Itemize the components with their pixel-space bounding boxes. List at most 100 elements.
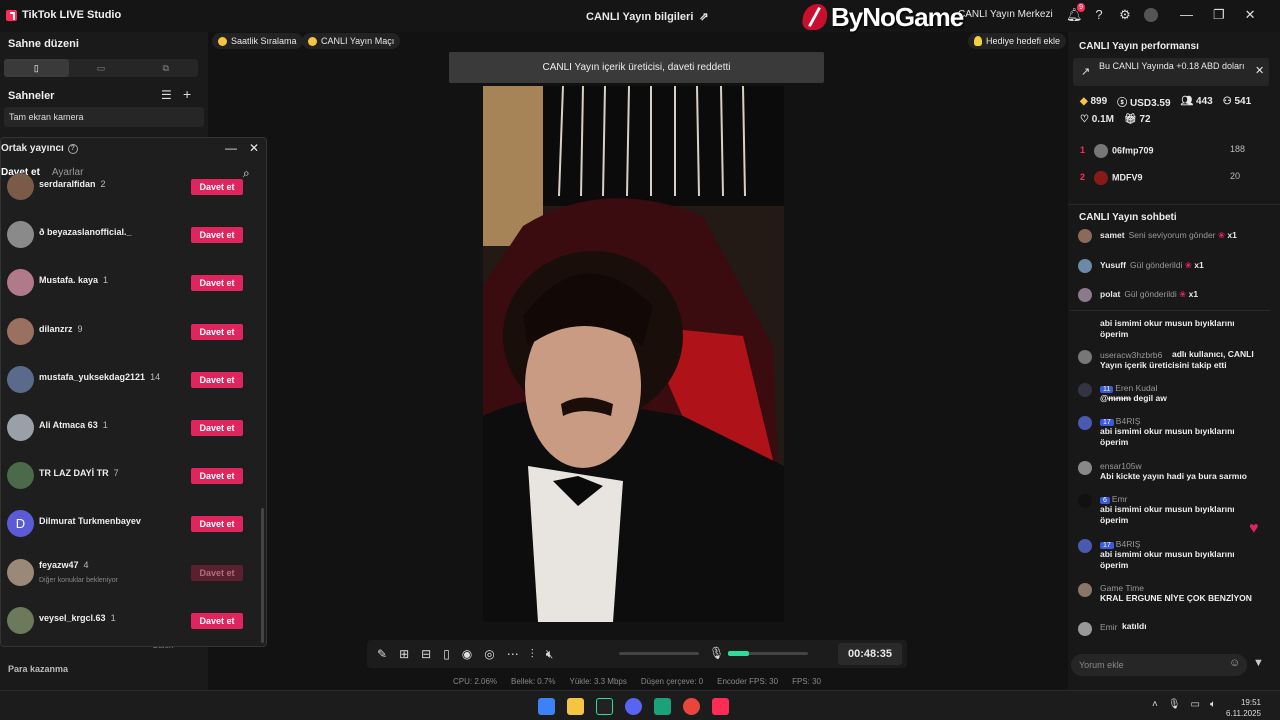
rank-score: 188 bbox=[1230, 144, 1246, 154]
avatar bbox=[1078, 494, 1092, 508]
invite-button[interactable]: Davet et bbox=[191, 516, 243, 533]
live-info-button[interactable]: CANLI Yayın bilgileri ⇗ bbox=[586, 10, 709, 24]
layout-selector: ▯ ▭ ⧉ bbox=[4, 59, 198, 77]
level-badge: 11 bbox=[1100, 386, 1114, 393]
scene-item[interactable]: Tam ekran kamera bbox=[4, 107, 204, 127]
rank-number: 2 bbox=[1080, 172, 1086, 183]
follower-count: 7 bbox=[113, 468, 119, 479]
magic-wand-icon[interactable]: ✎ bbox=[377, 647, 387, 662]
chat-body: 17 B4RIŞ abi ismimi okur musun bıyıklarını… bbox=[1100, 539, 1265, 571]
notification-bell-icon[interactable]: 🔔︎ 9 bbox=[1066, 3, 1085, 22]
user-name-text: veysel_krgcl.63 bbox=[39, 612, 106, 623]
chevron-up-icon[interactable]: ˄ bbox=[1152, 699, 1158, 710]
invite-button[interactable]: Davet et bbox=[191, 612, 243, 629]
invite-button[interactable]: Davet et bbox=[191, 420, 243, 436]
chrome-icon[interactable] bbox=[683, 698, 700, 715]
display-icon[interactable]: ▭ bbox=[1191, 699, 1200, 710]
camera-switch-icon[interactable]: ◎ bbox=[484, 647, 494, 662]
invite-button[interactable]: Davet et bbox=[191, 323, 243, 340]
emoji-icon[interactable]: ☺ bbox=[1229, 657, 1240, 669]
terminal-icon[interactable] bbox=[596, 698, 613, 715]
ranking-row[interactable]: 2 MDFV9 20 bbox=[1080, 171, 1265, 185]
upload-stat: Yükle: 3.3 Mbps bbox=[569, 677, 627, 686]
follower-count: 1 bbox=[102, 420, 108, 430]
mic-tray-icon[interactable]: 🎙︎ bbox=[1168, 699, 1181, 710]
chat-username: B4RIŞ bbox=[1115, 539, 1141, 549]
dual-layout-button[interactable]: ⧉ bbox=[133, 59, 198, 77]
minimize-icon[interactable]: — bbox=[1180, 7, 1193, 23]
dropped-frames-stat: Düşen çerçeve: 0 bbox=[640, 677, 704, 686]
chat-username: ensar105w bbox=[1100, 461, 1142, 471]
invite-button[interactable]: Davet et bbox=[191, 371, 243, 388]
portrait-layout-button[interactable]: ▯ bbox=[4, 59, 69, 77]
scrollbar[interactable] bbox=[261, 508, 264, 643]
discord-icon[interactable] bbox=[625, 698, 642, 715]
gift-text: Seni seviyorum gönder bbox=[1128, 230, 1216, 240]
live-center-button[interactable]: CANLI Yayın Merkezi bbox=[958, 9, 1053, 20]
avatar bbox=[1094, 144, 1108, 158]
live-match-chip[interactable]: CANLI Yayın Maçı bbox=[302, 33, 401, 49]
monetization-link[interactable]: Para kazanma bbox=[8, 664, 68, 674]
close-icon[interactable]: ✕ bbox=[1245, 7, 1256, 23]
speaker-icon[interactable]: 🔈︎ bbox=[1210, 699, 1216, 710]
avatar[interactable] bbox=[1144, 8, 1158, 22]
windows-start-icon[interactable] bbox=[538, 698, 555, 715]
user-name: serdaralfidan 2 bbox=[39, 179, 106, 189]
chat-text: Abi kickte yayın hadi ya bura sarmıo bbox=[1100, 471, 1247, 481]
filter-icon[interactable]: ▼ bbox=[1253, 657, 1264, 669]
invite-button[interactable]: Davet et bbox=[191, 227, 243, 244]
user-name-text: Mustafa. kaya bbox=[39, 275, 99, 286]
performance-title: CANLI Yayın performansı bbox=[1079, 41, 1199, 52]
more-icon[interactable]: ⋯ bbox=[507, 647, 519, 662]
minimize-icon[interactable]: — bbox=[225, 141, 237, 155]
phone-icon[interactable]: ▯ bbox=[443, 647, 450, 662]
list-item: feyazw47 4 Diğer konuklar bekleniyor Davet … bbox=[1, 557, 251, 589]
help-icon[interactable]: ? bbox=[67, 143, 78, 154]
captions-icon[interactable]: ⊟ bbox=[421, 647, 431, 662]
volume-slider[interactable] bbox=[619, 652, 699, 655]
list-item: D Dilmurat Turkmenbayev Davet et bbox=[1, 508, 251, 540]
record-icon[interactable]: ◉ bbox=[462, 647, 472, 662]
sliders-icon[interactable]: ⫶ bbox=[531, 647, 534, 662]
chat-body: Emir katıldı bbox=[1100, 621, 1265, 632]
close-icon[interactable]: ✕ bbox=[1255, 64, 1264, 77]
tiktok-studio-icon[interactable] bbox=[712, 698, 729, 715]
app-title: TikTok LIVE Studio bbox=[6, 9, 121, 21]
gear-icon[interactable]: ⚙ bbox=[1118, 8, 1132, 22]
user-name-text: ð beyazaslanofficial._ bbox=[39, 227, 132, 238]
microphone-icon[interactable]: 🎙︎ bbox=[709, 646, 724, 660]
invite-button[interactable]: Davet et bbox=[191, 275, 243, 292]
bynogame-logo-icon bbox=[800, 4, 830, 30]
stream-stats: CPU: 2.06% Bellek: 0.7% Yükle: 3.3 Mbps … bbox=[453, 677, 821, 686]
viewers-stat: 👥︎ 443 bbox=[1180, 96, 1213, 107]
list-item: serdaralfidan 2 Davet et bbox=[1, 171, 251, 203]
clock[interactable]: 19:51 6.11.2025 bbox=[1226, 697, 1261, 719]
close-icon[interactable]: ✕ bbox=[249, 141, 259, 155]
chat-header: Game Time bbox=[1100, 583, 1265, 593]
follower-count: 14 bbox=[150, 371, 161, 382]
comment-input[interactable]: Yorum ekle bbox=[1071, 654, 1247, 676]
whatsapp-icon[interactable] bbox=[654, 698, 671, 715]
follower-count: 9 bbox=[77, 323, 83, 334]
trending-icon: ↗ bbox=[1081, 66, 1091, 78]
maximize-icon[interactable]: ❐ bbox=[1213, 7, 1225, 23]
landscape-layout-button[interactable]: ▭ bbox=[69, 59, 134, 77]
add-scene-button[interactable]: + bbox=[183, 86, 191, 102]
help-icon[interactable]: ? bbox=[1092, 8, 1106, 22]
ranking-row[interactable]: 1 06fmp709 188 bbox=[1080, 144, 1265, 158]
file-explorer-icon[interactable] bbox=[567, 698, 584, 715]
list-icon[interactable]: ☰ bbox=[161, 88, 172, 102]
user-name: Ali Atmaca 63 1 bbox=[39, 420, 108, 430]
invite-button[interactable]: Davet et bbox=[191, 179, 243, 195]
chat-body: 6 Emr abi ismimi okur musun bıyıklarını öp… bbox=[1100, 494, 1265, 526]
speaker-muted-icon[interactable]: 🔇︎ bbox=[546, 647, 554, 662]
invite-button[interactable]: Davet et bbox=[191, 564, 243, 581]
chat-username: Game Time bbox=[1100, 583, 1144, 593]
invite-button[interactable]: Davet et bbox=[191, 468, 243, 485]
gift-goal-chip[interactable]: Hediye hedefi ekle bbox=[968, 33, 1067, 49]
effects-icon[interactable]: ⊞ bbox=[399, 647, 409, 662]
gift-text: Gül gönderildi bbox=[1129, 259, 1183, 270]
user-name-text: mustafa_yuksekdag2121 bbox=[39, 371, 146, 382]
user-name-text: Ali Atmaca 63 bbox=[39, 420, 98, 430]
hourly-ranking-chip[interactable]: Saatlik Sıralama bbox=[212, 33, 303, 49]
